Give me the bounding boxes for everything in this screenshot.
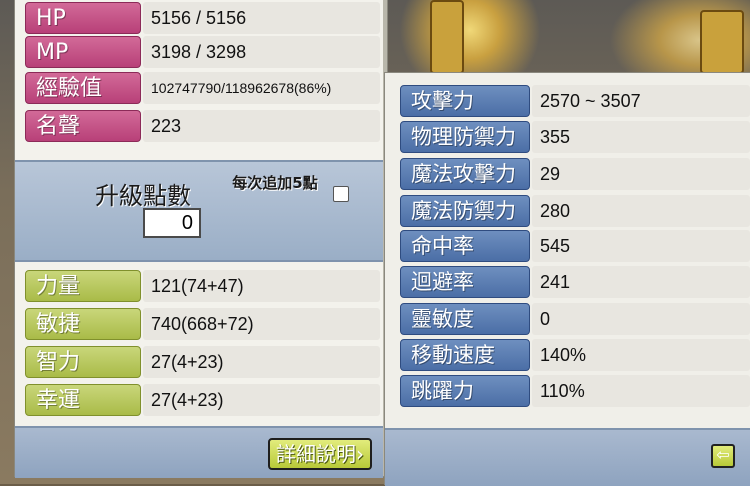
stat-label: 經驗值 xyxy=(25,72,141,104)
stat-row-luk: 幸運 27(4+23) xyxy=(25,384,380,418)
stat-value: 102747790/118962678(86%) xyxy=(143,72,380,104)
detail-value: 0 xyxy=(532,303,750,335)
stat-label: MP xyxy=(25,36,141,68)
stat-label: 敏捷 xyxy=(25,308,141,340)
stat-row-str: 力量 121(74+47) xyxy=(25,270,380,304)
detail-panel-footer: ⇦ xyxy=(385,428,750,486)
ability-point-title: 升級點數 xyxy=(95,182,191,210)
detail-label: 魔法防禦力 xyxy=(400,195,530,227)
stat-row-fame: 名聲 223 xyxy=(25,110,380,144)
detail-row-attack: 攻擊力 2570 ~ 3507 xyxy=(400,85,750,119)
detail-button[interactable]: 詳細說明› xyxy=(268,438,372,470)
detail-row-phys-def: 物理防禦力 355 xyxy=(400,121,750,155)
stat-value: 27(4+23) xyxy=(143,346,380,378)
detail-label: 攻擊力 xyxy=(400,85,530,117)
detail-label: 移動速度 xyxy=(400,339,530,371)
detail-value: 545 xyxy=(532,230,750,262)
stat-value: 27(4+23) xyxy=(143,384,380,416)
detail-value: 110% xyxy=(532,375,750,407)
detail-row-magic-def: 魔法防禦力 280 xyxy=(400,195,750,229)
background-post-left xyxy=(430,0,464,74)
detail-value: 140% xyxy=(532,339,750,371)
stat-value: 121(74+47) xyxy=(143,270,380,302)
stat-label: 力量 xyxy=(25,270,141,302)
stat-row-int: 智力 27(4+23) xyxy=(25,346,380,380)
stat-label: HP xyxy=(25,2,141,34)
detail-value: 29 xyxy=(532,158,750,190)
panel-footer: 詳細說明› xyxy=(15,426,383,478)
stat-value: 223 xyxy=(143,110,380,142)
auto-add-label: 每次追加5點 xyxy=(232,174,318,192)
stat-value: 3198 / 3298 xyxy=(143,36,380,68)
stat-row-hp: HP 5156 / 5156 xyxy=(25,2,380,36)
character-stat-panel: HP 5156 / 5156 MP 3198 / 3298 經驗值 102747… xyxy=(15,0,387,478)
detail-value: 355 xyxy=(532,121,750,153)
detail-label: 魔法攻擊力 xyxy=(400,158,530,190)
detail-label: 物理防禦力 xyxy=(400,121,530,153)
detail-button-label: 詳細說明 xyxy=(276,442,356,466)
detail-row-accuracy: 命中率 545 xyxy=(400,230,750,264)
ability-point-section: 升級點數 0 每次追加5點 xyxy=(15,160,383,262)
stat-row-exp: 經驗值 102747790/118962678(86%) xyxy=(25,72,380,106)
detail-label: 跳躍力 xyxy=(400,375,530,407)
stat-value: 5156 / 5156 xyxy=(143,2,380,34)
stat-label: 智力 xyxy=(25,346,141,378)
chevron-right-icon: › xyxy=(356,442,364,466)
detail-value: 241 xyxy=(532,266,750,298)
detail-label: 靈敏度 xyxy=(400,303,530,335)
detail-row-avoid: 迴避率 241 xyxy=(400,266,750,300)
detail-label: 命中率 xyxy=(400,230,530,262)
detail-row-speed: 移動速度 140% xyxy=(400,339,750,373)
ability-point-value: 0 xyxy=(143,208,201,238)
detail-row-magic-atk: 魔法攻擊力 29 xyxy=(400,158,750,192)
detail-row-hands: 靈敏度 0 xyxy=(400,303,750,337)
detail-value: 280 xyxy=(532,195,750,227)
stat-row-mp: MP 3198 / 3298 xyxy=(25,36,380,70)
stat-row-dex: 敏捷 740(668+72) xyxy=(25,308,380,342)
stat-label: 名聲 xyxy=(25,110,141,142)
detail-stat-panel: 攻擊力 2570 ~ 3507 物理防禦力 355 魔法攻擊力 29 魔法防禦力… xyxy=(385,73,750,486)
detail-row-jump: 跳躍力 110% xyxy=(400,375,750,409)
detail-label: 迴避率 xyxy=(400,266,530,298)
detail-value: 2570 ~ 3507 xyxy=(532,85,750,117)
background-post-right xyxy=(700,10,744,74)
stat-value: 740(668+72) xyxy=(143,308,380,340)
auto-add-checkbox[interactable] xyxy=(333,186,349,202)
back-arrow-icon[interactable]: ⇦ xyxy=(711,444,735,468)
stat-label: 幸運 xyxy=(25,384,141,416)
